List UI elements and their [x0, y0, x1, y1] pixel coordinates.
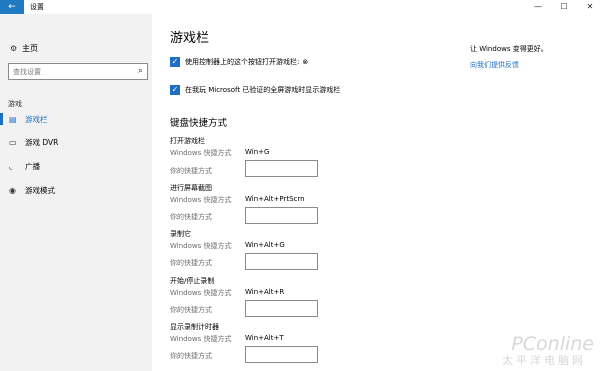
sidebar: ⚙ 主页 查找设置 ⌕ 游戏 ▤ 游戏栏 ▭ 游戏 DVR ◟ 广播 ◉ 游戏模… — [0, 14, 152, 371]
windows-shortcut-label: Windows 快捷方式 — [170, 149, 232, 157]
windows-shortcut-label: Windows 快捷方式 — [170, 242, 232, 250]
windows-shortcut-value: Win+Alt+T — [245, 334, 284, 342]
shortcut-title: 录制它 — [170, 230, 191, 238]
shortcut-title: 显示录制计时器 — [170, 323, 219, 331]
back-button[interactable]: ← — [0, 0, 24, 14]
feedback-link[interactable]: 向我们提供反馈 — [470, 60, 519, 70]
checkbox-fullscreen-games[interactable]: ✓ 在我玩 Microsoft 已验证的全屏游戏时显示游戏栏 — [170, 85, 340, 95]
home-label: 主页 — [22, 44, 38, 53]
sidebar-item-label: 游戏栏 — [25, 114, 48, 124]
search-placeholder: 查找设置 — [13, 68, 41, 76]
your-shortcut-input[interactable] — [245, 346, 318, 363]
main-content: 游戏栏 ✓ 使用控制器上的这个按钮打开游戏栏: ⊗ ✓ 在我玩 Microsof… — [152, 14, 600, 371]
your-shortcut-label: 你的快捷方式 — [170, 213, 212, 221]
your-shortcut-label: 你的快捷方式 — [170, 352, 212, 360]
your-shortcut-label: 你的快捷方式 — [170, 167, 212, 175]
checkbox-controller-button[interactable]: ✓ 使用控制器上的这个按钮打开游戏栏: ⊗ — [170, 57, 308, 67]
nav-group-label: 游戏 — [8, 100, 22, 108]
windows-shortcut-value: Win+Alt+PrtScrn — [245, 195, 305, 203]
page-title: 游戏栏 — [170, 31, 210, 46]
your-shortcut-label: 你的快捷方式 — [170, 259, 212, 267]
your-shortcut-label: 你的快捷方式 — [170, 306, 212, 314]
your-shortcut-input[interactable] — [245, 207, 318, 224]
windows-shortcut-label: Windows 快捷方式 — [170, 335, 232, 343]
gamebar-icon: ▤ — [9, 114, 17, 124]
broadcast-icon: ◟ — [9, 161, 13, 171]
your-shortcut-input[interactable] — [245, 160, 318, 177]
sidebar-item-gamebar[interactable]: ▤ 游戏栏 — [0, 109, 152, 129]
shortcut-title: 打开游戏栏 — [170, 137, 205, 145]
your-shortcut-input[interactable] — [245, 300, 318, 317]
window-title: 设置 — [30, 3, 44, 11]
your-shortcut-input[interactable] — [245, 253, 318, 270]
sidebar-item-label: 游戏模式 — [25, 185, 55, 195]
sidebar-item-label: 广播 — [25, 161, 40, 171]
close-button[interactable]: ✕ — [578, 0, 600, 14]
search-input[interactable]: 查找设置 ⌕ — [8, 63, 148, 80]
checkbox-checked-icon[interactable]: ✓ — [170, 57, 180, 67]
checkbox-checked-icon[interactable]: ✓ — [170, 85, 180, 95]
windows-shortcut-label: Windows 快捷方式 — [170, 289, 232, 297]
sidebar-item-game-mode[interactable]: ◉ 游戏模式 — [0, 180, 152, 200]
search-icon[interactable]: ⌕ — [138, 66, 143, 76]
sidebar-item-label: 游戏 DVR — [25, 137, 59, 147]
sidebar-item-broadcast[interactable]: ◟ 广播 — [0, 156, 152, 176]
checkbox-label: 在我玩 Microsoft 已验证的全屏游戏时显示游戏栏 — [185, 86, 341, 94]
feedback-note: 让 Windows 变得更好。 — [470, 45, 548, 53]
watermark-subtitle: 太平洋电脑网 — [502, 354, 586, 367]
dvr-icon: ▭ — [9, 137, 17, 147]
sidebar-item-dvr[interactable]: ▭ 游戏 DVR — [0, 132, 152, 152]
sidebar-item-home[interactable]: ⚙ 主页 — [10, 43, 38, 54]
title-bar: ← 设置 — ☐ ✕ — [0, 0, 600, 14]
gear-icon: ⚙ — [10, 44, 18, 53]
xbox-icon: ⊗ — [302, 58, 309, 66]
game-mode-icon: ◉ — [9, 185, 16, 195]
windows-shortcut-value: Win+Alt+R — [245, 288, 285, 296]
minimize-button[interactable]: — — [526, 0, 550, 14]
windows-shortcut-value: Win+G — [245, 148, 270, 156]
shortcut-title: 开始/停止录制 — [170, 277, 215, 285]
windows-shortcut-label: Windows 快捷方式 — [170, 196, 232, 204]
checkbox-label: 使用控制器上的这个按钮打开游戏栏: — [185, 58, 300, 66]
maximize-button[interactable]: ☐ — [552, 0, 576, 14]
windows-shortcut-value: Win+Alt+G — [245, 241, 285, 249]
arrow-left-icon: ← — [8, 2, 16, 12]
shortcut-title: 进行屏幕截图 — [170, 184, 212, 192]
keyboard-shortcuts-heading: 键盘快捷方式 — [170, 118, 228, 129]
